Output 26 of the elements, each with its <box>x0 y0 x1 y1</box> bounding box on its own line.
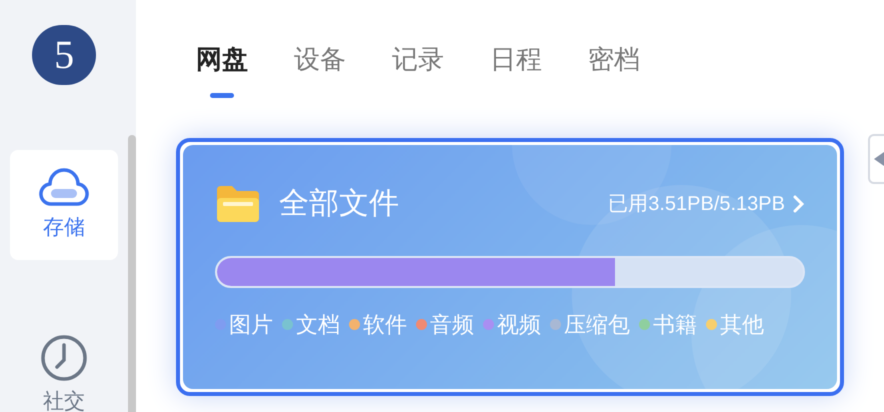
triangle-left-icon <box>874 152 884 166</box>
tab[interactable]: 日程 <box>490 40 542 98</box>
legend-label: 视频 <box>497 311 541 339</box>
legend-label: 音频 <box>430 311 474 339</box>
legend-label: 其他 <box>720 311 764 339</box>
tab[interactable]: 网盘 <box>196 40 248 98</box>
clock-icon <box>40 334 88 382</box>
sidebar-item[interactable]: 社交 <box>10 318 118 412</box>
collapse-handle[interactable] <box>868 134 884 184</box>
card-title: 全部文件 <box>279 186 399 222</box>
legend-label: 图片 <box>229 311 273 339</box>
usage-text: 已用3.51PB/5.13PB <box>608 192 785 216</box>
chevron-right-icon[interactable] <box>793 194 805 214</box>
tab[interactable]: 设备 <box>294 40 346 98</box>
legend-label: 书籍 <box>653 311 697 339</box>
storage-card[interactable]: 全部文件 已用3.51PB/5.13PB 图片 文档 软件 音频 视频 压缩包 书籍 其他 <box>176 138 844 396</box>
scrollbar[interactable] <box>128 135 136 412</box>
tab[interactable]: 记录 <box>392 40 444 98</box>
folder-icon <box>215 184 261 224</box>
tab[interactable]: 密档 <box>588 40 640 98</box>
legend-label: 软件 <box>363 311 407 339</box>
legend-label: 文档 <box>296 311 340 339</box>
sidebar-item[interactable]: 存储 <box>10 150 118 260</box>
cloud-icon <box>39 166 90 208</box>
legend-label: 压缩包 <box>564 311 630 339</box>
logo: 5 <box>32 25 96 85</box>
